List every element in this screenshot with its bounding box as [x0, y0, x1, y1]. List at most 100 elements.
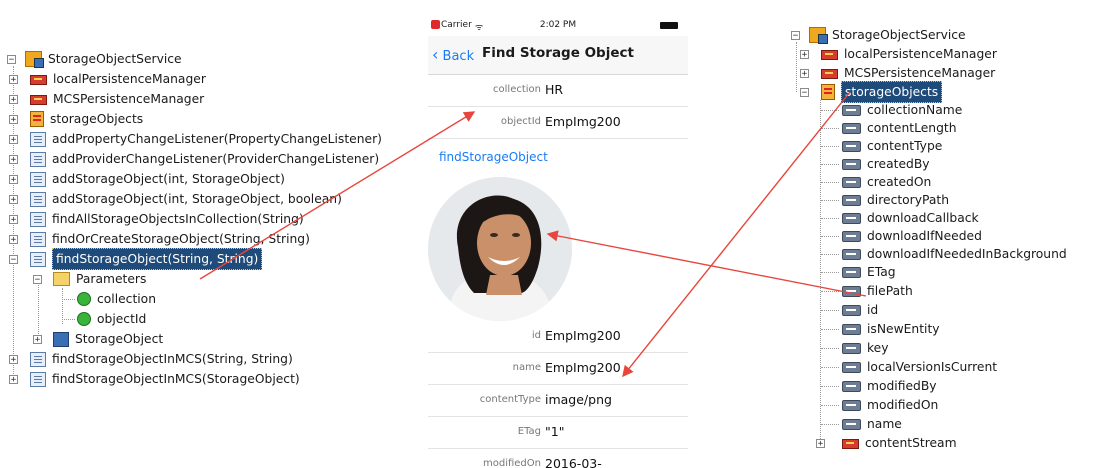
folder-icon [53, 272, 70, 286]
return-type-icon [53, 331, 69, 347]
tree-node-method[interactable]: + addStorageObject(int, StorageObject) [9, 169, 285, 189]
method-icon [30, 151, 46, 167]
tree-node-root[interactable]: − StorageObjectService [7, 49, 182, 69]
node-label: name [867, 416, 902, 431]
attribute-icon [842, 159, 861, 170]
tree-node-attribute[interactable]: modifiedBy [821, 376, 937, 396]
tree-node-method[interactable]: + findStorageObjectInMCS(String, String) [9, 349, 293, 369]
collection-icon [30, 111, 44, 127]
tree-node-method[interactable]: + addPropertyChangeListener(PropertyChan… [9, 129, 382, 149]
node-label: MCSPersistenceManager [53, 91, 205, 106]
node-label: objectId [97, 311, 147, 326]
section-title: findStorageObject [439, 150, 548, 164]
node-label: collection [97, 291, 156, 306]
field-value[interactable]: 2016-03-31T11:47:48Z [545, 456, 688, 468]
attribute-icon [842, 249, 861, 260]
tree-node-attribute[interactable]: isNewEntity [821, 319, 940, 339]
tree-node-field[interactable]: + MCSPersistenceManager [9, 89, 205, 109]
attribute-icon [842, 141, 861, 152]
node-label: ETag [867, 264, 896, 279]
attribute-icon [842, 305, 861, 316]
node-label: filePath [867, 283, 913, 298]
status-bar: Carrier ᯤ 2:02 PM [428, 18, 688, 36]
node-label: localPersistenceManager [53, 71, 206, 86]
attribute-icon [842, 286, 861, 297]
method-icon [30, 171, 46, 187]
field-value[interactable]: image/png [545, 392, 612, 407]
field-value[interactable]: "1" [545, 424, 564, 439]
attribute-icon [842, 381, 861, 392]
field-row-objectid[interactable]: objectId EmpImg200 [428, 106, 688, 139]
tree-node-method[interactable]: + findAllStorageObjectsInCollection(Stri… [9, 209, 304, 229]
field-label: collection [493, 84, 541, 95]
tree-node-attribute[interactable]: key [821, 338, 889, 358]
navigation-bar: ‹ Back Find Storage Object [428, 36, 688, 75]
node-label: key [867, 340, 889, 355]
tree-node-method[interactable]: + addStorageObject(int, StorageObject, b… [9, 189, 342, 209]
tree-node-attribute[interactable]: modifiedOn [821, 395, 939, 415]
tree-node-collection[interactable]: + storageObjects [9, 109, 143, 129]
node-label: findStorageObjectInMCS(String, String) [52, 351, 293, 366]
field-row-id[interactable]: id EmpImg200 [428, 320, 688, 353]
phone-screen: Carrier ᯤ 2:02 PM ‹ Back Find Storage Ob… [428, 18, 688, 468]
parameter-icon [77, 292, 91, 306]
node-label: localPersistenceManager [844, 46, 997, 61]
attribute-icon [842, 324, 861, 335]
status-time: 2:02 PM [539, 20, 577, 30]
field-label: objectId [500, 116, 541, 127]
node-label: addStorageObject(int, StorageObject) [52, 171, 285, 186]
tree-node-attribute[interactable]: id [821, 300, 878, 320]
node-label: modifiedOn [867, 397, 939, 412]
field-row-collection[interactable]: collection HR [428, 74, 688, 107]
node-label: contentStream [865, 435, 957, 450]
field-label: modifiedOn [483, 458, 541, 468]
field-value[interactable]: HR [545, 82, 563, 97]
attribute-icon [842, 213, 861, 224]
tree-node-method-selected[interactable]: − findStorageObject(String, String) [9, 247, 263, 271]
tree-node-field[interactable]: + contentStream [816, 433, 957, 453]
tree-node-method[interactable]: + findStorageObjectInMCS(StorageObject) [9, 369, 300, 389]
field-label: id [531, 330, 541, 341]
field-value[interactable]: EmpImg200 [545, 328, 621, 343]
field-label: ETag [517, 426, 541, 437]
field-row-modifiedon[interactable]: modifiedOn 2016-03-31T11:47:48Z [428, 448, 688, 468]
parameter-icon [77, 312, 91, 326]
tree-node-attribute[interactable]: ETag [821, 262, 896, 282]
node-label: findStorageObject(String, String) [52, 247, 263, 271]
tree-node-field[interactable]: + localPersistenceManager [800, 44, 997, 64]
field-row-contenttype[interactable]: contentType image/png [428, 384, 688, 417]
field-value[interactable]: EmpImg200 [545, 114, 621, 129]
node-label: StorageObject [75, 331, 164, 346]
tree-node-method[interactable]: + addProviderChangeListener(ProviderChan… [9, 149, 379, 169]
method-icon [30, 251, 46, 267]
field-icon [821, 69, 838, 79]
tree-node-field[interactable]: + localPersistenceManager [9, 69, 206, 89]
left-tree-panel: − StorageObjectService + localPersistenc… [0, 0, 420, 468]
tree-node-return[interactable]: + StorageObject [33, 329, 164, 349]
field-label: contentType [479, 394, 541, 405]
field-label: name [512, 362, 541, 373]
field-value[interactable]: EmpImg200 [545, 360, 621, 375]
tree-node-attribute[interactable]: filePath [821, 281, 913, 301]
woman-photo-image [428, 177, 572, 321]
method-icon [30, 351, 46, 367]
field-row-etag[interactable]: ETag "1" [428, 416, 688, 449]
tree-node-parameter[interactable]: collection [62, 289, 156, 309]
node-label: isNewEntity [867, 321, 940, 336]
node-label: StorageObjectService [48, 51, 182, 66]
tree-node-parameter[interactable]: objectId [62, 309, 147, 329]
tree-node-parameters[interactable]: − Parameters [33, 269, 146, 289]
node-label: findStorageObjectInMCS(StorageObject) [52, 371, 300, 386]
tree-node-method[interactable]: + findOrCreateStorageObject(String, Stri… [9, 229, 310, 249]
attribute-icon [842, 231, 861, 242]
tree-node-root[interactable]: − StorageObjectService [791, 25, 966, 45]
node-label: StorageObjectService [832, 27, 966, 42]
node-label: downloadIfNeededInBackground [867, 246, 1067, 261]
tree-node-attribute[interactable]: name [821, 414, 902, 434]
attribute-icon [842, 400, 861, 411]
method-icon [30, 191, 46, 207]
tree-node-attribute[interactable]: localVersionIsCurrent [821, 357, 997, 377]
field-icon [30, 75, 47, 85]
service-icon [809, 27, 828, 44]
field-row-name[interactable]: name EmpImg200 [428, 352, 688, 385]
